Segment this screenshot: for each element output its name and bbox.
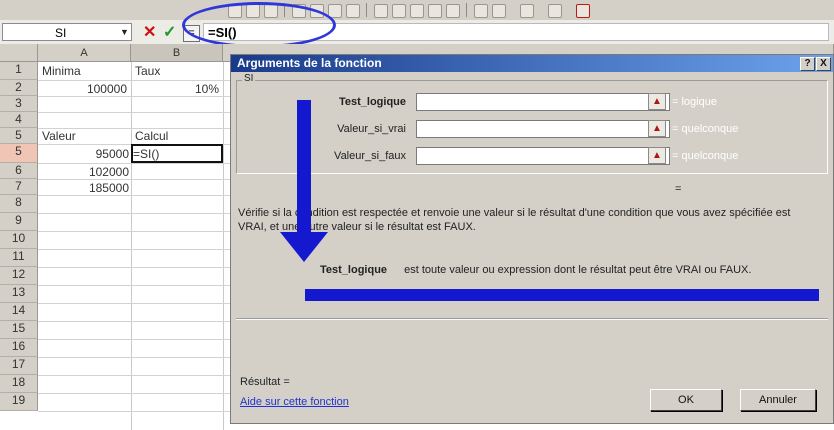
cell-a7[interactable]: 185000 (38, 181, 129, 195)
row-header[interactable]: 13 (0, 285, 38, 303)
row-header[interactable]: 4 (0, 112, 38, 128)
toolbar-separator (466, 3, 467, 17)
row-header[interactable]: 9 (0, 213, 38, 231)
row-header[interactable]: 1 (0, 62, 38, 80)
argument-help-text: est toute valeur ou expression dont le r… (404, 264, 752, 276)
cell-a5[interactable]: 95000 (38, 147, 129, 161)
row-header[interactable]: 12 (0, 267, 38, 285)
arg-label-valeur-si-vrai: Valeur_si_vrai (337, 123, 406, 135)
arg-result-test-logique: = logique (672, 96, 717, 108)
dialog-title[interactable]: Arguments de la fonction (231, 55, 833, 72)
row-header[interactable]: 16 (0, 339, 38, 357)
argument-help-name: Test_logique (320, 264, 388, 276)
decrease-indent-icon[interactable] (474, 4, 488, 18)
collapse-dialog-icon[interactable]: ▲ (648, 93, 666, 110)
arg-label-test-logique: Test_logique (338, 96, 406, 108)
row-header[interactable]: 19 (0, 393, 38, 411)
cell-a1[interactable]: Minima (42, 64, 81, 78)
active-cell-b5[interactable] (131, 144, 223, 163)
currency-icon[interactable] (374, 4, 388, 18)
annotation-arrow-shaft (297, 100, 311, 248)
increase-decimal-icon[interactable] (428, 4, 442, 18)
cell-b4[interactable]: Calcul (135, 129, 168, 143)
annotation-arrow-head (280, 232, 328, 262)
close-icon[interactable]: X (816, 57, 831, 71)
select-all-corner[interactable] (0, 44, 38, 62)
decrease-decimal-icon[interactable] (446, 4, 460, 18)
row-header[interactable]: 18 (0, 375, 38, 393)
cell-b2[interactable]: 10% (131, 82, 219, 96)
thousands-icon[interactable] (410, 4, 424, 18)
name-box[interactable]: SI (2, 23, 132, 41)
cell-a4[interactable]: Valeur (42, 129, 76, 143)
row-header[interactable]: 8 (0, 195, 38, 213)
row-header[interactable]: 6 (0, 163, 38, 179)
borders-icon[interactable] (520, 4, 534, 18)
toolbar-separator (366, 3, 367, 17)
row-header[interactable]: 7 (0, 179, 38, 195)
row-header[interactable]: 3 (0, 96, 38, 112)
arg-input-test-logique[interactable] (416, 93, 670, 111)
result-label: Résultat = (240, 376, 290, 388)
formula-result-equals: = (675, 183, 682, 195)
increase-indent-icon[interactable] (492, 4, 506, 18)
collapse-dialog-icon[interactable]: ▲ (648, 120, 666, 137)
row-header[interactable]: 17 (0, 357, 38, 375)
row-header[interactable]: 11 (0, 249, 38, 267)
ok-button[interactable]: OK (650, 389, 722, 411)
dialog-separator (236, 318, 828, 320)
help-link[interactable]: Aide sur cette fonction (240, 396, 349, 408)
name-box-dropdown-icon[interactable]: ▼ (120, 27, 129, 37)
enter-entry-icon[interactable]: ✓ (163, 22, 176, 42)
merge-center-icon[interactable] (346, 4, 360, 18)
cancel-entry-icon[interactable]: ✕ (143, 22, 156, 42)
row-header[interactable]: 5 (0, 128, 38, 144)
function-name: SI (242, 73, 256, 84)
help-icon[interactable]: ? (800, 57, 815, 71)
row-header[interactable]: 5 (0, 144, 38, 163)
annotation-underline (305, 289, 819, 301)
column-header-b[interactable]: B (131, 44, 223, 62)
arg-input-valeur-si-faux[interactable] (416, 147, 670, 165)
arg-result-text: logique (681, 96, 717, 108)
row-header[interactable]: 2 (0, 80, 38, 96)
toolbar (0, 0, 834, 21)
arg-input-valeur-si-vrai[interactable] (416, 120, 670, 138)
column-header-a[interactable]: A (38, 44, 131, 62)
cell-a6[interactable]: 102000 (38, 165, 129, 179)
arg-result-valeur-si-faux: = quelconque (672, 150, 739, 162)
arg-label-valeur-si-faux: Valeur_si_faux (334, 150, 406, 162)
cell-b1[interactable]: Taux (135, 64, 160, 78)
row-header[interactable]: 10 (0, 231, 38, 249)
annotation-circle (182, 2, 336, 48)
arg-result-text: quelconque (681, 123, 739, 135)
row-header[interactable]: 14 (0, 303, 38, 321)
arg-result-valeur-si-vrai: = quelconque (672, 123, 739, 135)
row-header[interactable]: 15 (0, 321, 38, 339)
function-description: Vérifie si la condition est respectée et… (238, 207, 791, 233)
cell-a2[interactable]: 100000 (38, 82, 127, 96)
argument-help: Test_logique est toute valeur ou express… (320, 264, 820, 276)
arg-result-text: quelconque (681, 150, 739, 162)
cancel-button[interactable]: Annuler (740, 389, 816, 411)
percent-icon[interactable] (392, 4, 406, 18)
font-color-icon[interactable] (576, 4, 590, 18)
collapse-dialog-icon[interactable]: ▲ (648, 147, 666, 164)
fill-color-icon[interactable] (548, 4, 562, 18)
